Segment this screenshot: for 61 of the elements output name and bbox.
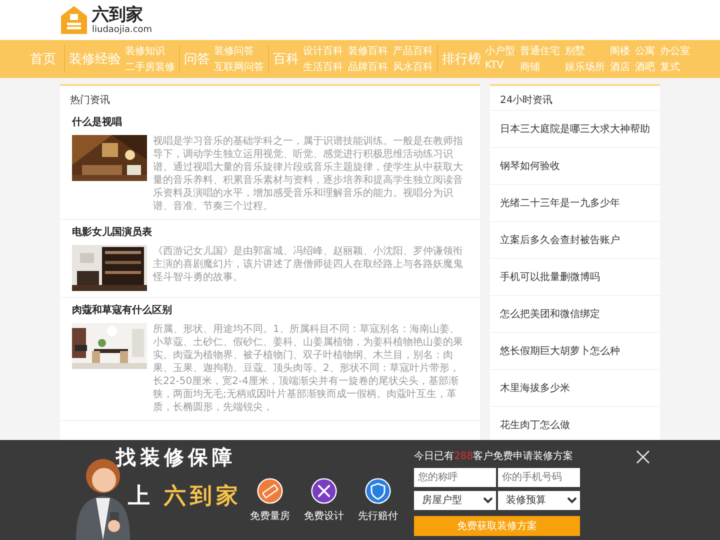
nav-sublink[interactable]: 生活百科 bbox=[303, 60, 343, 74]
nav-sublink[interactable]: 娱乐场所 bbox=[565, 60, 605, 74]
promo-headline: 找装修保障 bbox=[116, 444, 237, 471]
nav-link[interactable]: 问答 bbox=[184, 50, 210, 68]
form-title: 今日已有288客户免费申请装修方案 bbox=[414, 450, 574, 464]
ruler-icon bbox=[257, 478, 283, 504]
submit-button[interactable]: 免费获取装修方案 bbox=[414, 516, 580, 536]
article-summary: 视唱是学习音乐的基础学科之一，属于识谱技能训练。一般是在教师指导下，调动学生独立运用视觉、听觉、感觉进行积极思维活动练习识谱。通过视唱大量的音乐旋律片段或音乐主题旋律，使学生从中获取大量的音乐养料、积累音乐素材与资料，逐步培养和提高学生独立阅读音乐资料及演唱的水平，增加感受音乐和理解音乐的能力。视唱分为识谱、音准、节奏三个过程。 bbox=[153, 135, 464, 213]
news-link[interactable]: 日本三大庭院是哪三大求大神帮助 bbox=[490, 110, 660, 147]
house-type-select[interactable]: 房屋户型 bbox=[414, 491, 496, 510]
promo-subline: 上 bbox=[128, 483, 154, 511]
nav-link[interactable]: 排行榜 bbox=[442, 50, 481, 68]
nav-sublink[interactable]: 装修知识 bbox=[125, 44, 175, 58]
logo-name: 六到家 bbox=[92, 4, 144, 24]
nav-link[interactable]: 首页 bbox=[30, 50, 56, 68]
shield-icon bbox=[365, 478, 391, 504]
nav-sublink[interactable]: 二手房装修 bbox=[125, 60, 175, 74]
news-link[interactable]: 光绪二十三年是一九多少年 bbox=[490, 184, 660, 221]
nav-sublink[interactable]: KTV bbox=[485, 60, 515, 74]
nav-sublink[interactable]: 设计百科 bbox=[303, 44, 343, 58]
nav-sublink[interactable]: 酒吧 bbox=[635, 60, 655, 74]
perk-label: 先行赔付 bbox=[358, 510, 398, 523]
nav-sublink[interactable]: 装修问答 bbox=[214, 44, 264, 58]
news-link[interactable]: 立案后多久会查封被告账户 bbox=[490, 221, 660, 258]
budget-select[interactable]: 装修预算 bbox=[498, 491, 580, 510]
perk-label: 免费量房 bbox=[250, 510, 290, 523]
perk-label: 免费设计 bbox=[304, 510, 344, 523]
news-link[interactable]: 怎么把美团和微信绑定 bbox=[490, 295, 660, 332]
nav-sublink[interactable]: 酒店 bbox=[610, 60, 630, 74]
house-logo-icon bbox=[60, 5, 88, 35]
news-link[interactable]: 悠长假期巨大胡萝卜怎么种 bbox=[490, 332, 660, 369]
news-link[interactable]: 手机可以批量删微博吗 bbox=[490, 258, 660, 295]
nav-sublink[interactable]: 商铺 bbox=[520, 60, 560, 74]
article-title[interactable]: 肉蔻和草寇有什么区别 bbox=[72, 303, 468, 317]
close-icon[interactable] bbox=[636, 450, 650, 464]
logo-domain: liudaojia.com bbox=[92, 24, 152, 36]
nav-sublink[interactable]: 阁楼 bbox=[610, 44, 630, 58]
article-title[interactable]: 电影女儿国演员表 bbox=[72, 225, 468, 239]
nav-sublink[interactable]: 互联网问答 bbox=[214, 60, 264, 74]
news-link[interactable]: 钢琴如何验收 bbox=[490, 147, 660, 184]
article-title[interactable]: 什么是视唱 bbox=[72, 115, 468, 129]
nav-sublink[interactable]: 品牌百科 bbox=[348, 60, 388, 74]
panel-title: 24小时资讯 bbox=[499, 94, 554, 108]
nav-sublink[interactable]: 别墅 bbox=[565, 44, 605, 58]
nav-link[interactable]: 装修经验 bbox=[69, 50, 121, 68]
nav-sublink[interactable]: 产品百科 bbox=[393, 44, 433, 58]
panel-title: 热门资讯 bbox=[69, 94, 111, 108]
nav-link[interactable]: 百科 bbox=[273, 50, 299, 68]
article-summary: 《西游记女儿国》是由郭富城、冯绍峰、赵丽颖、小沈阳、罗仲谦领衔主演的喜剧魔幻片，该片讲述了唐僧师徒四人在取经路上与各路妖魔鬼怪斗智斗勇的故事。 bbox=[153, 245, 464, 284]
phone-field[interactable]: 你的手机号码 bbox=[498, 468, 580, 487]
nav-sublink[interactable]: 普通住宅 bbox=[520, 44, 560, 58]
name-field[interactable]: 您的称呼 bbox=[414, 468, 496, 487]
nav-sublink[interactable]: 公寓 bbox=[635, 44, 655, 58]
nav-sublink[interactable]: 小户型 bbox=[485, 44, 515, 58]
nav-sublink[interactable]: 办公室 bbox=[660, 44, 690, 58]
nav-sublink[interactable]: 风水百科 bbox=[393, 60, 433, 74]
article-summary: 所属、形状、用途均不同。1、所属科目不同：草寇别名：海南山姜、小草蔻、土砂仁、假砂仁、姜科、山姜属植物，为姜科植物艳山姜的果实。肉蔻为植物界、被子植物门、双子叶植物纲、木兰目，别名：肉果、玉果、迦拘勒、豆蔻、顶头肉等。2、形状不同：草寇叶片带形，长22-50厘米，宽2-4厘米，顶端渐尖并有一旋卷的尾状尖头，基部渐狭，两面均无毛;无柄或因叶片基部渐狭而成一假柄。肉蔻叶互生，革质，长椭圆形，先端锐尖， bbox=[153, 323, 464, 414]
nav-sublink[interactable]: 装修百科 bbox=[348, 44, 388, 58]
news-link[interactable]: 木里海拔多少米 bbox=[490, 369, 660, 406]
brand-name: 六到家 bbox=[164, 482, 242, 511]
nav-sublink[interactable]: 复式 bbox=[660, 60, 690, 74]
